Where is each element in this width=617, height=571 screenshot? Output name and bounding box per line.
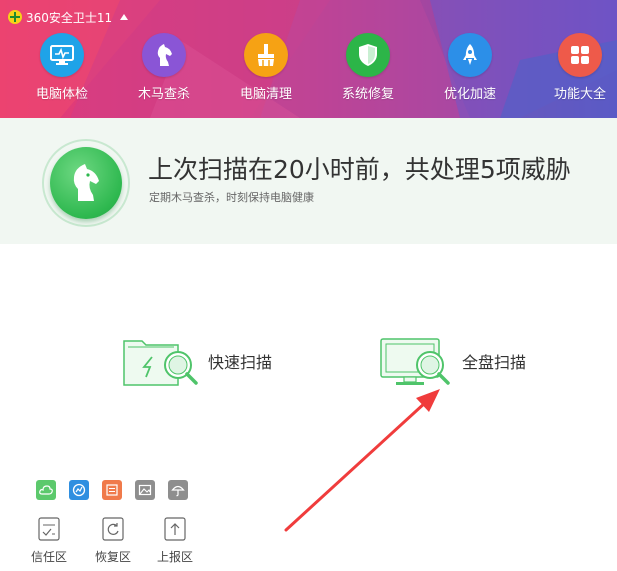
full-scan-label: 全盘扫描 <box>462 353 527 372</box>
broom-icon <box>244 33 288 77</box>
nav-item-optimize[interactable]: 优化加速 <box>420 33 520 103</box>
rocket-icon <box>448 33 492 77</box>
zone-label: 上报区 <box>156 550 193 564</box>
restore-zone-button[interactable]: 恢复区 <box>88 517 138 567</box>
upload-icon <box>164 517 186 541</box>
horse-icon <box>142 33 186 77</box>
upload-zone-button[interactable]: 上报区 <box>150 517 200 567</box>
restore-icon <box>102 517 124 541</box>
nav-item-all-features[interactable]: 功能大全 <box>530 33 617 103</box>
upgrade-arrow-icon[interactable] <box>120 14 129 20</box>
document-icon[interactable] <box>102 480 122 500</box>
app-brand: 360安全卫士11 <box>8 9 129 25</box>
status-subtitle: 定期木马查杀，时刻保持电脑健康 <box>149 191 314 204</box>
trust-zone-button[interactable]: 信任区 <box>24 517 74 567</box>
folder-search-icon <box>123 340 198 386</box>
quick-scan-label: 快速扫描 <box>208 353 273 372</box>
nav-item-pc-cleanup[interactable]: 电脑清理 <box>216 33 316 103</box>
monitor-search-icon <box>380 338 450 385</box>
image-icon[interactable] <box>135 480 155 500</box>
nav-label: 系统修复 <box>341 87 394 102</box>
quick-scan-button[interactable]: 快速扫描 <box>120 330 272 392</box>
main-nav: 电脑体检 木马查杀 电脑清理 系统修复 优化加速 功能大全 <box>10 33 617 103</box>
grid-icon <box>558 33 602 77</box>
nav-label: 优化加速 <box>443 87 496 102</box>
status-title: 上次扫描在20小时前，共处理5项威胁 <box>148 155 571 184</box>
top-banner: 360安全卫士11 电脑体检 木马查杀 电脑清理 系统修复 优化加速 功能大全 <box>0 0 617 118</box>
zone-label: 恢复区 <box>94 550 131 564</box>
shield-check-icon <box>346 33 390 77</box>
trojan-horse-shield-icon <box>50 147 122 219</box>
cloud-icon[interactable] <box>36 480 56 500</box>
zone-label: 信任区 <box>30 550 67 564</box>
browser-icon[interactable] <box>69 480 89 500</box>
umbrella-icon[interactable] <box>168 480 188 500</box>
nav-label: 电脑体检 <box>35 87 88 102</box>
nav-item-pc-checkup[interactable]: 电脑体检 <box>12 33 112 103</box>
nav-label: 功能大全 <box>553 87 606 102</box>
full-scan-button[interactable]: 全盘扫描 <box>378 330 526 392</box>
nav-label: 木马查杀 <box>137 87 190 102</box>
monitor-check-icon <box>40 33 84 77</box>
app-title: 360安全卫士11 <box>26 10 113 25</box>
360-logo-icon <box>8 10 22 24</box>
trust-icon <box>38 517 60 541</box>
nav-item-system-repair[interactable]: 系统修复 <box>318 33 418 103</box>
nav-item-trojan-scan[interactable]: 木马查杀 <box>114 33 214 103</box>
nav-label: 电脑清理 <box>239 87 292 102</box>
